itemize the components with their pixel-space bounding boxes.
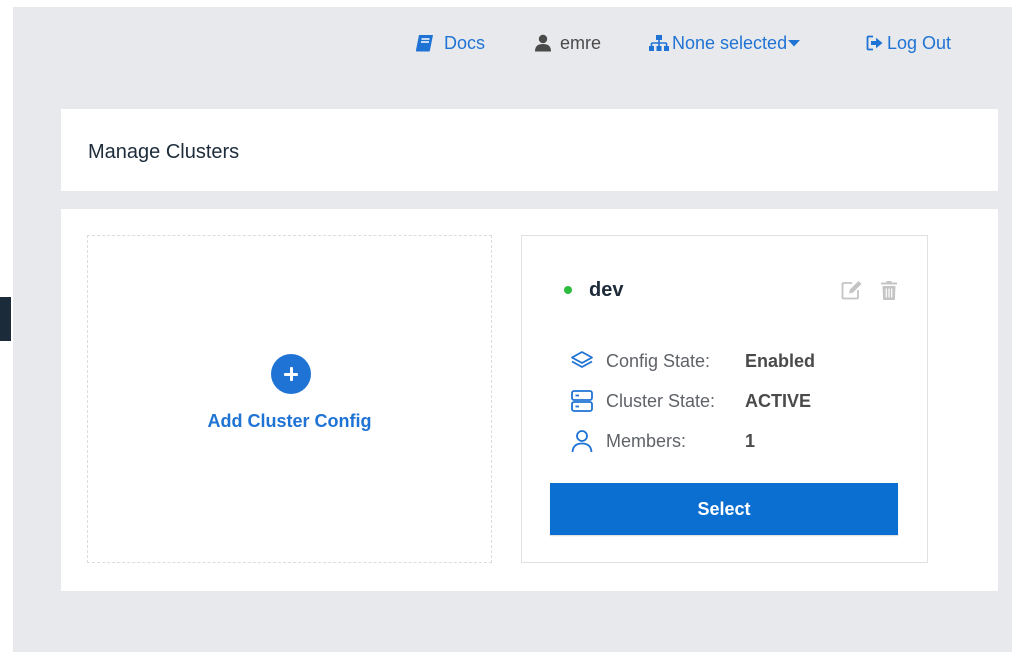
caret-down-icon xyxy=(788,39,801,47)
add-cluster-config-label: Add Cluster Config xyxy=(207,411,372,431)
docs-link[interactable]: Docs xyxy=(415,31,485,55)
status-dot xyxy=(564,286,572,294)
cluster-state-value: ACTIVE xyxy=(745,390,812,411)
server-icon xyxy=(570,389,596,413)
book-icon xyxy=(415,34,435,52)
page-header: Manage Clusters xyxy=(61,109,998,191)
cluster-name: dev xyxy=(589,279,624,301)
sign-out-icon xyxy=(866,35,884,51)
cluster-state-row: Cluster State: ACTIVE xyxy=(570,389,811,413)
edit-icon[interactable] xyxy=(841,280,863,305)
members-label: Members: xyxy=(606,430,687,451)
cluster-select-label: None selected xyxy=(672,32,788,53)
docs-label: Docs xyxy=(444,32,486,53)
members-value: 1 xyxy=(745,430,756,451)
select-button[interactable]: Select xyxy=(550,483,898,535)
add-cluster-config-card[interactable]: Add Cluster Config xyxy=(87,235,492,563)
config-state-row: Config State: Enabled xyxy=(570,349,815,373)
user-menu[interactable]: emre xyxy=(534,31,601,55)
config-state-label: Config State: xyxy=(606,350,711,371)
layers-icon xyxy=(570,349,596,373)
logout-label: Log Out xyxy=(887,32,952,53)
cluster-state-label: Cluster State: xyxy=(606,390,716,411)
person-icon xyxy=(570,429,596,453)
left-edge-tab xyxy=(0,297,11,341)
config-state-value: Enabled xyxy=(745,350,816,371)
page-title: Manage Clusters xyxy=(88,141,240,163)
app-viewport: Docs emre None selected Log Out Manage C… xyxy=(13,7,1012,652)
sitemap-icon xyxy=(648,34,670,52)
cluster-select-dropdown[interactable]: None selected xyxy=(648,31,801,55)
cluster-card: dev Config State: Enabled Cluster State:… xyxy=(521,235,928,563)
clusters-panel: Add Cluster Config dev Config State: Ena… xyxy=(61,209,998,591)
user-icon xyxy=(534,34,552,52)
user-label: emre xyxy=(560,32,602,53)
members-row: Members: 1 xyxy=(570,429,755,453)
trash-icon[interactable] xyxy=(880,280,898,306)
plus-circle-icon xyxy=(271,354,311,394)
logout-link[interactable]: Log Out xyxy=(866,31,951,55)
